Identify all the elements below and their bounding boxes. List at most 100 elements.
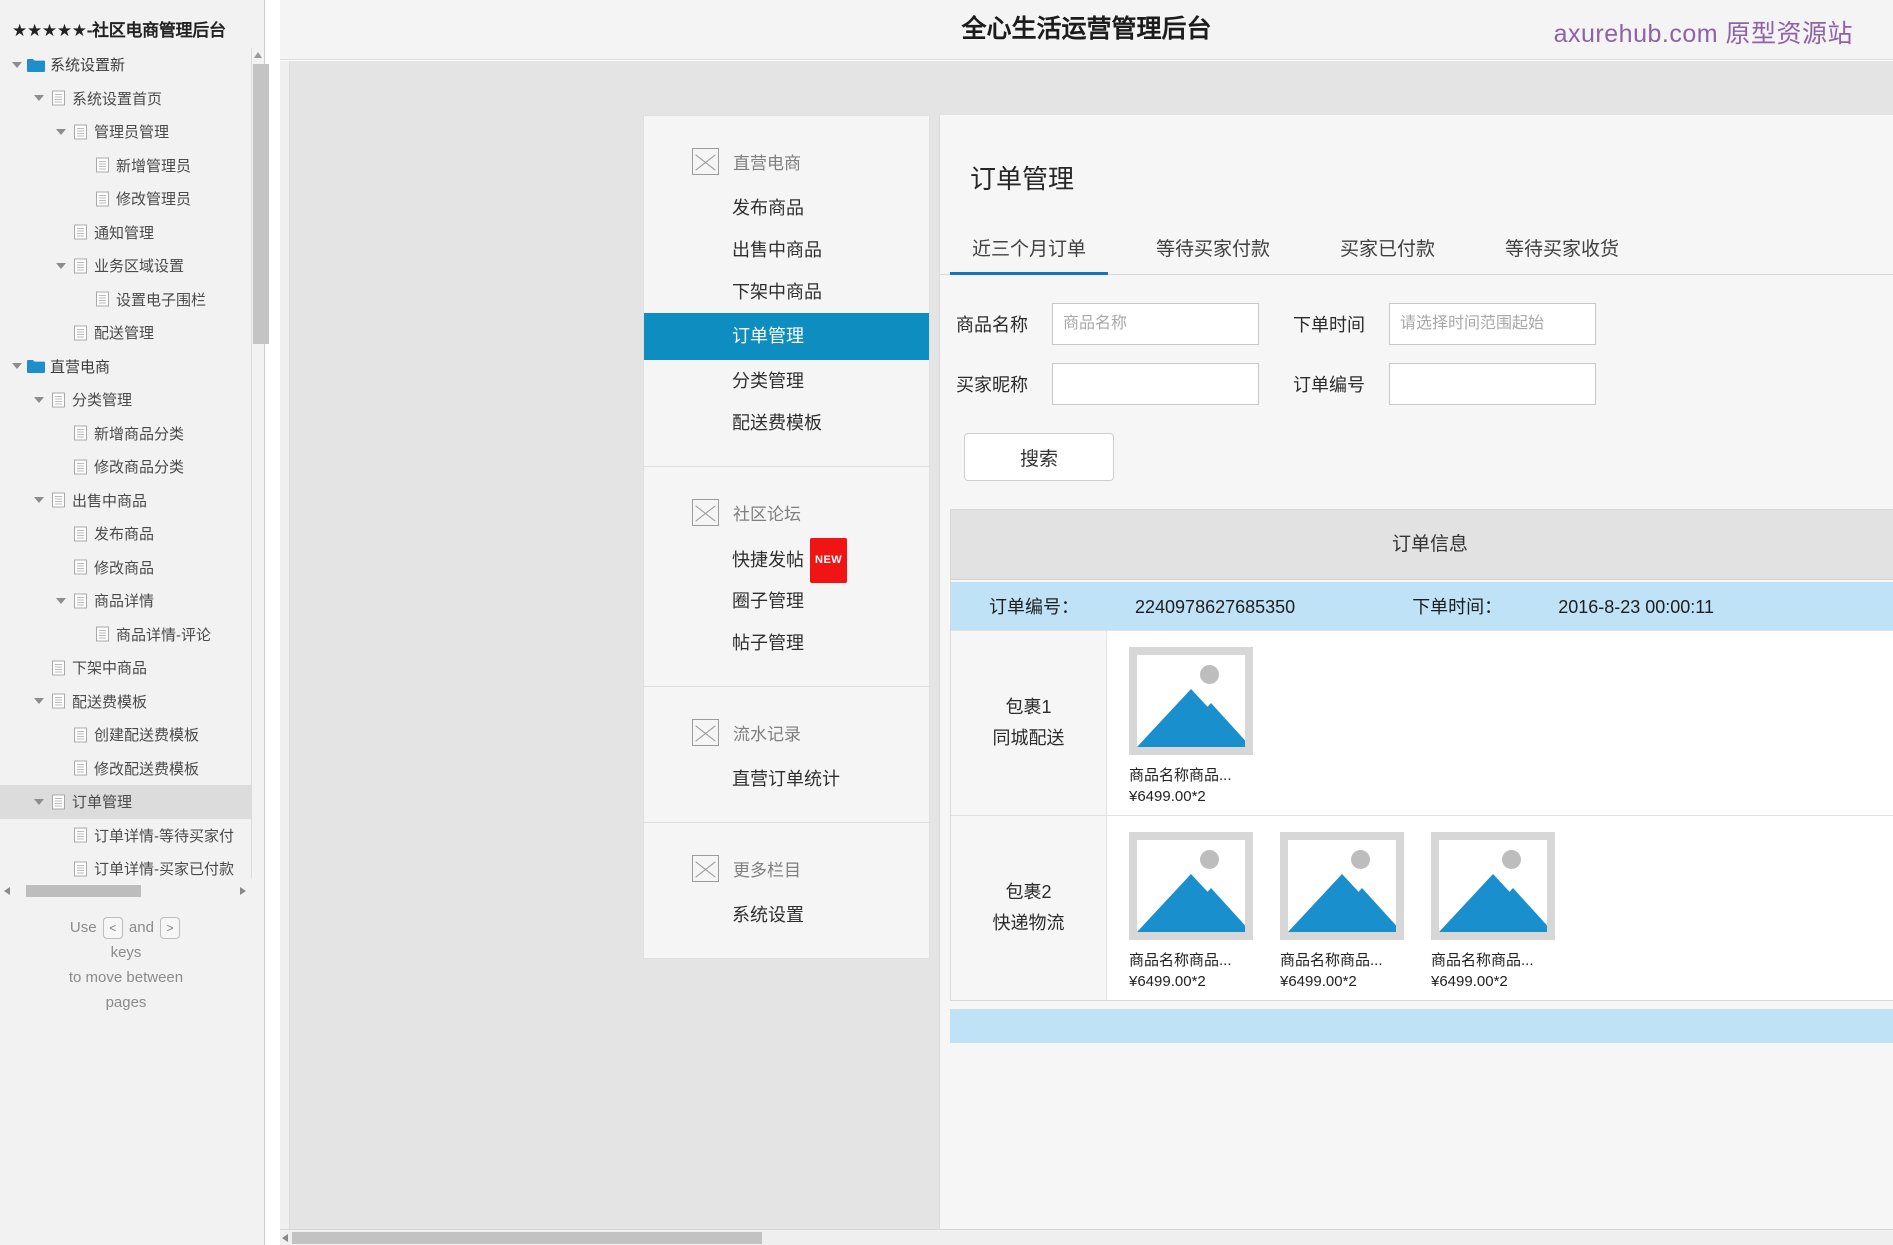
viewport-hscroll-thumb[interactable]: [292, 1232, 762, 1244]
search-button[interactable]: 搜索: [964, 433, 1114, 481]
sitemap-node[interactable]: 直营电商: [0, 350, 252, 384]
product-thumbnail[interactable]: [1280, 832, 1404, 940]
page-icon: [92, 291, 112, 307]
page-icon: [70, 425, 90, 441]
page-icon: [48, 392, 68, 408]
sitemap-node-label: 配送管理: [94, 325, 155, 343]
expand-collapse-caret-icon[interactable]: [30, 497, 48, 504]
expand-collapse-caret-icon[interactable]: [8, 363, 26, 370]
next-order-meta-row: [950, 1009, 1893, 1043]
order-tab[interactable]: 等待买家付款: [1134, 224, 1292, 274]
sitemap-node[interactable]: 分类管理: [0, 383, 252, 417]
product-thumbnail[interactable]: [1129, 647, 1253, 755]
sitemap-node[interactable]: 下架中商品: [0, 651, 252, 685]
sitemap-node[interactable]: 订单详情-等待买家付: [0, 819, 252, 853]
order-tab[interactable]: 买家已付款: [1318, 224, 1457, 274]
expand-collapse-caret-icon[interactable]: [52, 262, 70, 269]
sitemap-vertical-scrollbar[interactable]: [251, 48, 269, 878]
sitemap-tree[interactable]: 系统设置新 系统设置首页 管理员管理 新增管理员 修改管理员通知管理业务区域设置 设置电子…: [0, 48, 252, 878]
expand-collapse-caret-icon[interactable]: [30, 798, 48, 805]
menu-item[interactable]: 订单管理: [644, 313, 929, 360]
package-label-cell: 包裹2 快递物流: [951, 816, 1107, 1000]
order-tab[interactable]: 近三个月订单: [950, 224, 1109, 275]
product-card[interactable]: 商品名称商品... ¥6499.00*2: [1129, 832, 1253, 990]
viewport-left-gutter: [280, 61, 290, 1245]
scrollbar-thumb[interactable]: [253, 64, 269, 344]
expand-collapse-caret-icon[interactable]: [30, 95, 48, 102]
menu-item[interactable]: 下架中商品: [644, 271, 929, 313]
expand-collapse-caret-icon[interactable]: [30, 698, 48, 705]
hscrollbar-thumb[interactable]: [26, 885, 141, 897]
order-tab[interactable]: 等待买家收货: [1483, 224, 1641, 274]
page-icon: [70, 559, 90, 575]
menu-item[interactable]: 系统设置: [644, 894, 929, 936]
product-name-label: 商品名称: [956, 315, 1028, 335]
sitemap-node[interactable]: 系统设置首页: [0, 82, 252, 116]
side-menu-panel[interactable]: 直营电商 发布商品 出售中商品 下架中商品 订单管理 分类管理 配送费模板 社区论坛 快捷发帖 N…: [643, 115, 930, 959]
sitemap-node[interactable]: 新增商品分类: [0, 417, 252, 451]
product-card[interactable]: 商品名称商品... ¥6499.00*2: [1280, 832, 1404, 990]
order-time-input[interactable]: [1389, 303, 1596, 345]
expand-collapse-caret-icon[interactable]: [30, 396, 48, 403]
product-card[interactable]: 商品名称商品... ¥6499.00*2: [1129, 647, 1253, 805]
menu-item[interactable]: 圈子管理: [644, 580, 929, 622]
sitemap-node-label: 通知管理: [94, 224, 155, 242]
scroll-right-arrow-icon[interactable]: [240, 887, 246, 895]
product-price: ¥6499.00*2: [1129, 973, 1206, 990]
sitemap-node[interactable]: 业务区域设置: [0, 249, 252, 283]
menu-item[interactable]: 直营订单统计: [644, 758, 929, 800]
sitemap-node-label: 直营电商: [50, 358, 111, 376]
menu-item[interactable]: 快捷发帖 NEW: [644, 538, 929, 583]
order-status-tabs[interactable]: 近三个月订单 等待买家付款 买家已付款 等待买家收货: [940, 224, 1893, 275]
sitemap-node[interactable]: 订单管理: [0, 785, 252, 819]
sitemap-node[interactable]: 商品详情: [0, 584, 252, 618]
buyer-nickname-input[interactable]: [1052, 363, 1259, 405]
menu-item-label: 出售中商品: [732, 240, 822, 260]
sitemap-node[interactable]: 出售中商品: [0, 484, 252, 518]
sitemap-node[interactable]: 管理员管理: [0, 115, 252, 149]
order-number-input[interactable]: [1389, 363, 1596, 405]
product-thumbnail[interactable]: [1129, 832, 1253, 940]
sitemap-node[interactable]: 发布商品: [0, 517, 252, 551]
menu-item[interactable]: 帖子管理: [644, 622, 929, 664]
sitemap-horizontal-scrollbar[interactable]: [0, 882, 252, 900]
sitemap-node[interactable]: 订单详情-买家已付款: [0, 852, 252, 878]
menu-item[interactable]: 分类管理: [644, 360, 929, 402]
product-name-input[interactable]: [1052, 303, 1259, 345]
page-icon: [70, 727, 90, 743]
key-next-page[interactable]: >: [160, 917, 181, 940]
menu-item[interactable]: 配送费模板: [644, 402, 929, 444]
page-icon: [70, 258, 90, 274]
sitemap-node[interactable]: 商品详情-评论: [0, 618, 252, 652]
sitemap-node[interactable]: 修改商品分类: [0, 450, 252, 484]
product-card[interactable]: 商品名称商品... ¥6499.00*2: [1431, 832, 1555, 990]
product-thumbnail[interactable]: [1431, 832, 1555, 940]
buyer-nickname-label: 买家昵称: [956, 375, 1028, 395]
expand-collapse-caret-icon[interactable]: [8, 61, 26, 68]
sitemap-node[interactable]: 创建配送费模板: [0, 718, 252, 752]
sitemap-node[interactable]: 配送管理: [0, 316, 252, 350]
sitemap-node[interactable]: 系统设置新: [0, 48, 252, 82]
menu-group: 流水记录 直营订单统计: [644, 687, 929, 823]
viewport-horizontal-scrollbar[interactable]: [280, 1229, 1893, 1245]
scroll-left-arrow-icon[interactable]: [4, 887, 10, 895]
sitemap-node[interactable]: 修改商品: [0, 551, 252, 585]
sitemap-node[interactable]: 新增管理员: [0, 149, 252, 183]
expand-collapse-caret-icon[interactable]: [52, 128, 70, 135]
sitemap-node[interactable]: 配送费模板: [0, 685, 252, 719]
order-no-label: 订单编号：: [989, 597, 1079, 617]
menu-item[interactable]: 发布商品: [644, 187, 929, 229]
sitemap-node[interactable]: 设置电子围栏: [0, 283, 252, 317]
sitemap-node[interactable]: 修改管理员: [0, 182, 252, 216]
menu-group-label: 更多栏目: [733, 861, 801, 880]
menu-item[interactable]: 出售中商品: [644, 229, 929, 271]
page-icon: [70, 325, 90, 341]
sitemap-node[interactable]: 通知管理: [0, 216, 252, 250]
expand-collapse-caret-icon[interactable]: [52, 597, 70, 604]
key-prev-page[interactable]: <: [102, 917, 123, 940]
viewport-scroll-left-icon[interactable]: [282, 1234, 288, 1242]
scroll-up-arrow-icon[interactable]: [254, 52, 262, 58]
nav-hint-line4: pages: [105, 994, 147, 1011]
product-name: 商品名称商品...: [1129, 952, 1232, 969]
sitemap-node[interactable]: 修改配送费模板: [0, 752, 252, 786]
